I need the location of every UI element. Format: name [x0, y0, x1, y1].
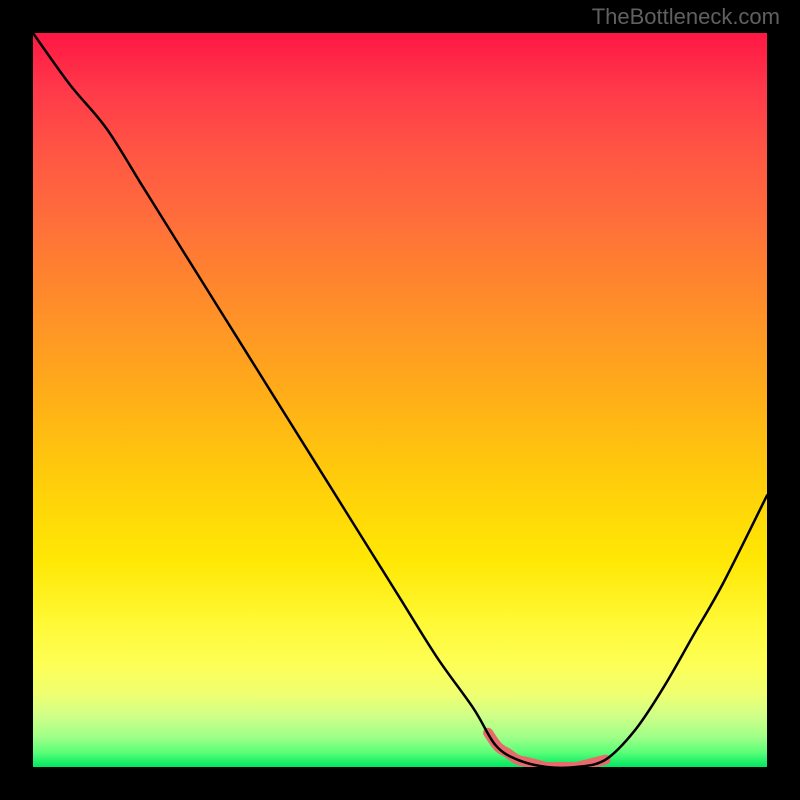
- optimal-zone-highlight: [488, 733, 605, 767]
- bottleneck-curve-line: [33, 33, 767, 767]
- chart-svg: [33, 33, 767, 767]
- watermark-text: TheBottleneck.com: [592, 4, 780, 30]
- plot-area: [33, 33, 767, 767]
